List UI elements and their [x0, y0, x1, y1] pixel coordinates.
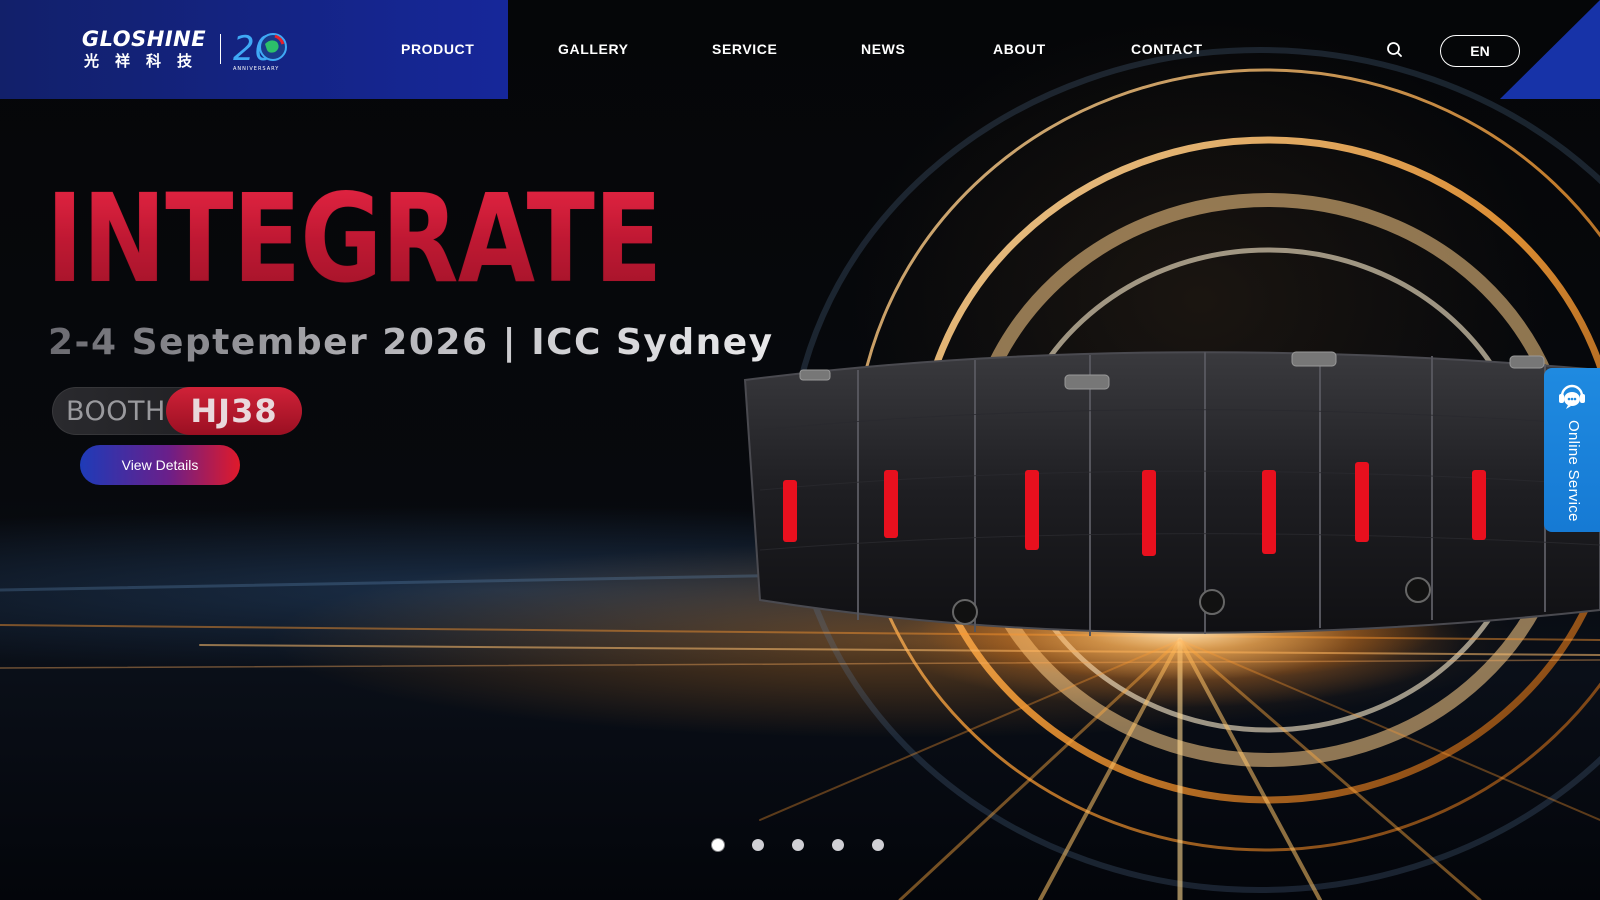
site-header: GLOSHINE 光祥科技 20 ANNIVERSARY PRODUCT GAL…: [0, 0, 1600, 99]
carousel-pagination: [712, 839, 884, 851]
nav-about[interactable]: ABOUT: [993, 41, 1046, 57]
logo-divider: [220, 34, 222, 64]
corner-accent: [1500, 0, 1600, 99]
chat-icon: [1559, 384, 1585, 409]
booth-badge: BOOTH HJ38: [52, 387, 302, 435]
hero-banner: GLOSHINE 光祥科技 20 ANNIVERSARY PRODUCT GAL…: [0, 0, 1600, 900]
carousel-dot-3[interactable]: [792, 839, 804, 851]
booth-number: HJ38: [190, 392, 278, 430]
carousel-dot-4[interactable]: [832, 839, 844, 851]
hero-background-art: [0, 47, 1600, 900]
carousel-dot-5[interactable]: [872, 839, 884, 851]
booth-number-badge: HJ38: [166, 387, 302, 435]
logo[interactable]: GLOSHINE 光祥科技 20 ANNIVERSARY: [80, 26, 291, 72]
nav-product[interactable]: PRODUCT: [401, 41, 474, 57]
anniversary-badge-icon: 20 ANNIVERSARY: [233, 29, 288, 72]
brand-chinese-name: 光祥科技: [84, 52, 209, 70]
nav-service[interactable]: SERVICE: [712, 41, 777, 57]
nav-news[interactable]: NEWS: [861, 41, 905, 57]
led-panel-wall: [743, 351, 1600, 636]
online-service-label: Online Service: [1565, 420, 1582, 522]
anniversary-text: ANNIVERSARY: [233, 66, 279, 72]
booth-label: BOOTH: [66, 396, 166, 427]
hero-title: INTEGRATE: [46, 168, 662, 310]
online-service-tab[interactable]: Online Service: [1544, 368, 1600, 532]
carousel-dot-2[interactable]: [752, 839, 764, 851]
brand-name: GLOSHINE: [81, 27, 207, 51]
carousel-dot-1[interactable]: [712, 839, 724, 851]
view-details-button[interactable]: View Details: [80, 445, 240, 485]
search-icon[interactable]: [1385, 40, 1405, 60]
nav-contact[interactable]: CONTACT: [1131, 41, 1203, 57]
nav-gallery[interactable]: GALLERY: [558, 41, 629, 57]
hero-subtitle: 2-4 September 2026 | ICC Sydney: [48, 322, 774, 363]
